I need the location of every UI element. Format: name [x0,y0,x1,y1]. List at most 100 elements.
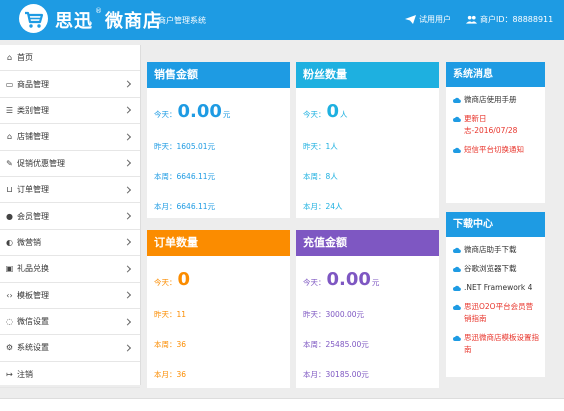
chat-icon: ◐ [6,237,13,247]
chevron-right-icon [123,265,132,273]
user-icon: ● [6,211,13,221]
recharge-card: 充值金额 今天： 0.00 元 昨天：3000.00元 本周：25485.00元… [296,230,439,388]
chevron-right-icon [123,238,132,246]
sidebar-item-marketing[interactable]: ◐ 微营销 [0,230,140,257]
sidebar-item-system[interactable]: ⚙ 系统设置 [0,335,140,362]
orders-yesterday: 昨天：11 [154,310,187,319]
message-link[interactable]: 更新日志-2016/07/28 [453,113,539,137]
sidebar-item-label: 类别管理 [17,105,49,115]
download-link[interactable]: 思迅微商店模板设置指南 [453,332,539,356]
sidebar-item-label: 微信设置 [17,317,49,327]
cart-icon: ⊔ [6,185,13,195]
chevron-right-icon [123,159,132,167]
recharge-today-value: 0.00 [326,269,371,290]
sales-card: 销售金额 今天： 0.00 元 昨天：1605.01元 本周：6646.11元 … [147,62,290,218]
chevron-right-icon [123,106,132,115]
send-icon [405,15,416,24]
trial-user-link[interactable]: 试用用户 [405,14,451,25]
download-center-title: 下载中心 [446,212,545,237]
merchant-id: 商户ID：88888911 [466,14,553,25]
cloud-download-icon [453,304,461,310]
sidebar-item-promotions[interactable]: ✎ 促销优惠管理 [0,151,140,177]
top-header: 思迅 ® 微商店 商户管理系统 试用用户 商户ID：88888911 [0,0,564,40]
fans-card: 粉丝数量 今天： 0 人 昨天：1人 本周：8人 本月：24人 [296,62,439,218]
sidebar-item-label: 订单管理 [17,185,49,195]
cloud-download-icon [453,116,461,122]
fans-today-value: 0 [326,101,340,122]
wechat-icon: ◌ [6,317,13,327]
sidebar: ⌂ 首页 ▭ 商品管理 ☰ 类别管理 ⌂ 店铺管理 ✎ 促销优惠管理 ⊔ 订单管… [0,45,141,389]
download-center-panel: 下载中心 微商店助手下载 谷歌浏览器下载 .NET Framework 4 思迅… [446,212,545,377]
cloud-download-icon [453,247,461,253]
sales-card-title: 销售金额 [147,62,290,88]
cloud-download-icon [453,266,461,272]
cloud-download-icon [453,335,461,341]
sidebar-item-members[interactable]: ● 会员管理 [0,203,140,230]
sales-yesterday: 昨天：1605.01元 [154,142,216,151]
orders-today: 今天： 0 [154,269,191,290]
cloud-download-icon [453,147,461,153]
credit-card-icon: ▭ [5,79,14,89]
sidebar-item-orders[interactable]: ⊔ 订单管理 [0,177,140,204]
sidebar-item-label: 注销 [17,369,33,379]
recharge-yesterday: 昨天：3000.00元 [303,310,365,319]
sidebar-item-label: 会员管理 [17,211,49,221]
sidebar-item-categories[interactable]: ☰ 类别管理 [0,98,140,125]
sales-today-value: 0.00 [177,101,222,122]
orders-month: 本月：36 [154,370,187,379]
orders-today-value: 0 [177,269,191,290]
chevron-right-icon [123,344,132,352]
fans-today: 今天： 0 人 [303,101,348,122]
sidebar-item-label: 促销优惠管理 [17,158,65,168]
sidebar-item-templates[interactable]: ‹› 模板管理 [0,283,140,309]
download-link[interactable]: 微商店助手下载 [453,244,539,256]
sidebar-item-logout[interactable]: ↦ 注销 [0,362,140,389]
brand-title: 思迅 ® 微商店 [55,7,162,32]
fans-yesterday: 昨天：1人 [303,142,338,151]
users-icon [466,15,477,24]
recharge-month: 本月：30185.00元 [303,370,369,379]
system-subtitle: 商户管理系统 [158,16,206,25]
sales-today: 今天： 0.00 元 [154,101,231,122]
message-link[interactable]: 微商店使用手册 [453,94,539,106]
download-link[interactable]: 思迅O2O平台会员营销指南 [453,301,539,325]
sidebar-item-products[interactable]: ▭ 商品管理 [0,71,140,98]
sidebar-item-home[interactable]: ⌂ 首页 [0,45,140,72]
fans-week: 本周：8人 [303,172,338,181]
sidebar-item-gifts[interactable]: ▣ 礼品兑换 [0,256,140,283]
bank-icon: ⌂ [6,132,13,142]
orders-card-title: 订单数量 [147,230,290,256]
chevron-right-icon [123,80,132,88]
chevron-right-icon [123,133,132,141]
sidebar-item-label: 微营销 [17,237,41,247]
download-link[interactable]: .NET Framework 4 [453,282,539,294]
chevron-right-icon [123,212,132,220]
sidebar-item-label: 店铺管理 [17,132,49,142]
sidebar-item-label: 礼品兑换 [17,264,49,274]
fans-card-title: 粉丝数量 [296,62,439,88]
cart-logo-icon [19,4,48,33]
gift-icon: ▣ [5,264,14,274]
recharge-week: 本周：25485.00元 [303,340,369,349]
list-icon: ☰ [5,105,14,115]
sidebar-item-stores[interactable]: ⌂ 店铺管理 [0,124,140,151]
cogs-icon: ⚙ [5,343,14,353]
sidebar-item-label: 首页 [17,53,33,63]
sidebar-item-label: 商品管理 [17,79,49,89]
download-link[interactable]: 谷歌浏览器下载 [453,263,539,275]
chevron-right-icon [123,186,132,194]
bottom-bar [0,398,564,411]
code-icon: ‹› [6,290,13,300]
sidebar-item-label: 系统设置 [17,343,49,353]
fans-month: 本月：24人 [303,202,343,211]
chevron-right-icon [123,318,132,326]
sidebar-item-wechat[interactable]: ◌ 微信设置 [0,309,140,336]
message-link[interactable]: 短信平台切换通知 [453,144,539,156]
orders-week: 本周：36 [154,340,187,349]
system-messages-panel: 系统消息 微商店使用手册 更新日志-2016/07/28 短信平台切换通知 [446,62,545,203]
merchant-id-label: 商户ID：88888911 [480,15,554,24]
cloud-download-icon [453,285,461,291]
logout-icon: ↦ [6,369,13,379]
recharge-today: 今天： 0.00 元 [303,269,380,290]
sales-month: 本月：6646.11元 [154,202,216,211]
